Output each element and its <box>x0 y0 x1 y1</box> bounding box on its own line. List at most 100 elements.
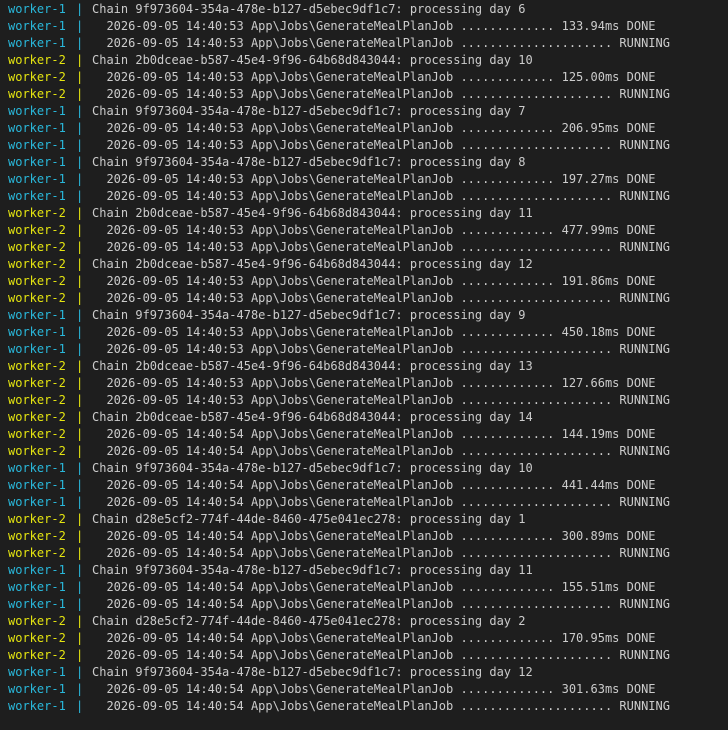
worker-label: worker-2 <box>8 291 66 305</box>
log-message: 2026-09-05 14:40:54 App\Jobs\GenerateMea… <box>92 631 656 645</box>
log-message: 2026-09-05 14:40:53 App\Jobs\GenerateMea… <box>92 291 670 305</box>
log-line: worker-1 | 2026-09-05 14:40:53 App\Jobs\G… <box>8 35 728 52</box>
separator-pipe: | <box>76 648 84 662</box>
log-message: 2026-09-05 14:40:53 App\Jobs\GenerateMea… <box>92 342 670 356</box>
worker-label: worker-1 <box>8 155 66 169</box>
log-line: worker-1 | 2026-09-05 14:40:53 App\Jobs\G… <box>8 188 728 205</box>
separator-pipe: | <box>76 138 84 152</box>
separator-pipe: | <box>76 444 84 458</box>
separator-pipe: | <box>76 546 84 560</box>
worker-label: worker-1 <box>8 138 66 152</box>
log-line: worker-1 | 2026-09-05 14:40:53 App\Jobs\G… <box>8 324 728 341</box>
separator-pipe: | <box>76 257 84 271</box>
worker-label: worker-1 <box>8 308 66 322</box>
separator-pipe: | <box>76 87 84 101</box>
worker-label: worker-2 <box>8 87 66 101</box>
log-message: Chain 2b0dceae-b587-45e4-9f96-64b68d8430… <box>92 53 533 67</box>
worker-label: worker-2 <box>8 427 66 441</box>
log-message: 2026-09-05 14:40:53 App\Jobs\GenerateMea… <box>92 87 670 101</box>
terminal-output[interactable]: worker-1 | Chain 9f973604-354a-478e-b127-d… <box>0 0 728 715</box>
separator-pipe: | <box>76 19 84 33</box>
log-line: worker-2 | Chain 2b0dceae-b587-45e4-9f96-6… <box>8 256 728 273</box>
worker-label: worker-1 <box>8 19 66 33</box>
worker-label: worker-2 <box>8 70 66 84</box>
log-message: 2026-09-05 14:40:53 App\Jobs\GenerateMea… <box>92 138 670 152</box>
log-message: Chain 9f973604-354a-478e-b127-d5ebec9df1… <box>92 2 526 16</box>
separator-pipe: | <box>76 631 84 645</box>
log-line: worker-1 | Chain 9f973604-354a-478e-b127-d… <box>8 460 728 477</box>
worker-label: worker-1 <box>8 461 66 475</box>
separator-pipe: | <box>76 223 84 237</box>
worker-label: worker-1 <box>8 665 66 679</box>
log-line: worker-2 | 2026-09-05 14:40:53 App\Jobs\G… <box>8 375 728 392</box>
worker-label: worker-1 <box>8 495 66 509</box>
log-line: worker-1 | 2026-09-05 14:40:53 App\Jobs\G… <box>8 18 728 35</box>
log-message: 2026-09-05 14:40:54 App\Jobs\GenerateMea… <box>92 648 670 662</box>
log-line: worker-1 | 2026-09-05 14:40:54 App\Jobs\G… <box>8 596 728 613</box>
separator-pipe: | <box>76 240 84 254</box>
log-message: Chain 9f973604-354a-478e-b127-d5ebec9df1… <box>92 155 526 169</box>
log-line: worker-2 | 2026-09-05 14:40:53 App\Jobs\G… <box>8 290 728 307</box>
log-message: 2026-09-05 14:40:53 App\Jobs\GenerateMea… <box>92 376 656 390</box>
worker-label: worker-2 <box>8 546 66 560</box>
log-line: worker-1 | 2026-09-05 14:40:53 App\Jobs\G… <box>8 120 728 137</box>
log-line: worker-2 | 2026-09-05 14:40:54 App\Jobs\G… <box>8 443 728 460</box>
worker-label: worker-2 <box>8 257 66 271</box>
log-message: Chain 9f973604-354a-478e-b127-d5ebec9df1… <box>92 104 526 118</box>
separator-pipe: | <box>76 580 84 594</box>
worker-label: worker-2 <box>8 359 66 373</box>
log-message: 2026-09-05 14:40:54 App\Jobs\GenerateMea… <box>92 444 670 458</box>
log-message: Chain 9f973604-354a-478e-b127-d5ebec9df1… <box>92 665 533 679</box>
separator-pipe: | <box>76 597 84 611</box>
log-message: 2026-09-05 14:40:53 App\Jobs\GenerateMea… <box>92 121 656 135</box>
separator-pipe: | <box>76 427 84 441</box>
log-line: worker-1 | 2026-09-05 14:40:54 App\Jobs\G… <box>8 494 728 511</box>
log-line: worker-2 | Chain 2b0dceae-b587-45e4-9f96-6… <box>8 358 728 375</box>
worker-label: worker-1 <box>8 325 66 339</box>
worker-label: worker-2 <box>8 240 66 254</box>
log-line: worker-2 | Chain 2b0dceae-b587-45e4-9f96-6… <box>8 409 728 426</box>
log-message: Chain 2b0dceae-b587-45e4-9f96-64b68d8430… <box>92 410 533 424</box>
log-message: Chain 9f973604-354a-478e-b127-d5ebec9df1… <box>92 563 533 577</box>
log-message: Chain d28e5cf2-774f-44de-8460-475e041ec2… <box>92 614 526 628</box>
log-line: worker-2 | Chain d28e5cf2-774f-44de-8460-4… <box>8 613 728 630</box>
worker-label: worker-1 <box>8 580 66 594</box>
log-message: 2026-09-05 14:40:53 App\Jobs\GenerateMea… <box>92 223 656 237</box>
log-line: worker-1 | 2026-09-05 14:40:53 App\Jobs\G… <box>8 137 728 154</box>
log-message: 2026-09-05 14:40:54 App\Jobs\GenerateMea… <box>92 699 670 713</box>
log-line: worker-1 | Chain 9f973604-354a-478e-b127-d… <box>8 664 728 681</box>
log-line: worker-2 | 2026-09-05 14:40:54 App\Jobs\G… <box>8 528 728 545</box>
worker-label: worker-2 <box>8 648 66 662</box>
worker-label: worker-1 <box>8 189 66 203</box>
worker-label: worker-2 <box>8 614 66 628</box>
log-message: Chain d28e5cf2-774f-44de-8460-475e041ec2… <box>92 512 526 526</box>
log-message: 2026-09-05 14:40:54 App\Jobs\GenerateMea… <box>92 529 656 543</box>
log-line: worker-1 | Chain 9f973604-354a-478e-b127-d… <box>8 1 728 18</box>
separator-pipe: | <box>76 359 84 373</box>
separator-pipe: | <box>76 36 84 50</box>
log-line: worker-2 | 2026-09-05 14:40:53 App\Jobs\G… <box>8 69 728 86</box>
log-line: worker-1 | 2026-09-05 14:40:54 App\Jobs\G… <box>8 681 728 698</box>
separator-pipe: | <box>76 53 84 67</box>
log-line: worker-2 | 2026-09-05 14:40:54 App\Jobs\G… <box>8 545 728 562</box>
separator-pipe: | <box>76 189 84 203</box>
separator-pipe: | <box>76 495 84 509</box>
worker-label: worker-1 <box>8 563 66 577</box>
worker-label: worker-2 <box>8 512 66 526</box>
separator-pipe: | <box>76 478 84 492</box>
worker-label: worker-2 <box>8 529 66 543</box>
log-message: 2026-09-05 14:40:53 App\Jobs\GenerateMea… <box>92 274 656 288</box>
log-line: worker-2 | 2026-09-05 14:40:53 App\Jobs\G… <box>8 239 728 256</box>
separator-pipe: | <box>76 308 84 322</box>
log-message: 2026-09-05 14:40:53 App\Jobs\GenerateMea… <box>92 172 656 186</box>
log-message: 2026-09-05 14:40:53 App\Jobs\GenerateMea… <box>92 19 656 33</box>
worker-label: worker-1 <box>8 597 66 611</box>
log-line: worker-2 | 2026-09-05 14:40:53 App\Jobs\G… <box>8 392 728 409</box>
worker-label: worker-2 <box>8 376 66 390</box>
log-message: 2026-09-05 14:40:54 App\Jobs\GenerateMea… <box>92 580 656 594</box>
worker-label: worker-2 <box>8 206 66 220</box>
separator-pipe: | <box>76 342 84 356</box>
log-message: Chain 9f973604-354a-478e-b127-d5ebec9df1… <box>92 308 526 322</box>
worker-label: worker-1 <box>8 172 66 186</box>
log-message: Chain 2b0dceae-b587-45e4-9f96-64b68d8430… <box>92 206 533 220</box>
